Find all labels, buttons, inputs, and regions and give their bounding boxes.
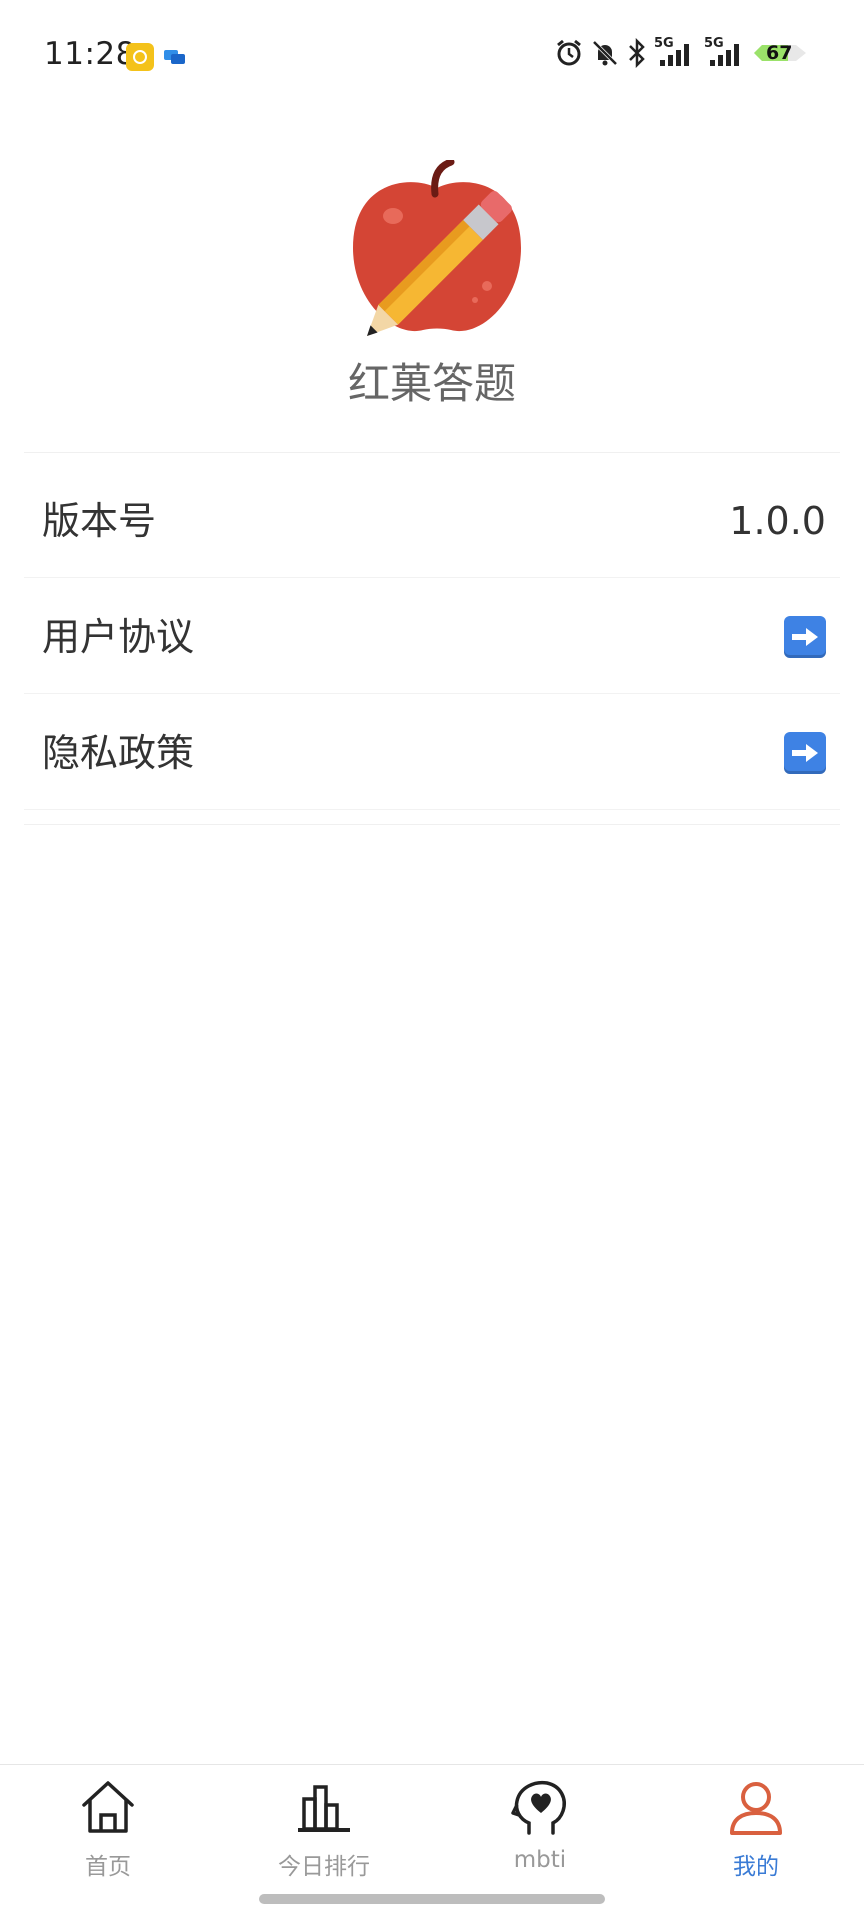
app-name: 红菓答题 [347,359,516,408]
user-icon [730,1782,782,1835]
right-arrow-icon [784,732,826,774]
right-arrow-icon [784,616,826,658]
version-row: 版本号 1.0.0 [24,464,840,578]
alarm-icon [557,39,581,66]
tab-ranking[interactable]: 今日排行 [244,1765,404,1885]
version-value: 1.0.0 [729,499,826,543]
tab-ranking-label: 今日排行 [278,1854,370,1880]
signal-icon [660,44,689,66]
app-logo [347,158,527,340]
app-notification-icon [126,43,154,71]
home-indicator[interactable] [259,1894,605,1904]
tab-home-label: 首页 [85,1854,131,1880]
tab-mine[interactable]: 我的 [676,1765,836,1885]
signal-icon [710,44,739,66]
privacy-policy-label: 隐私政策 [42,731,195,775]
status-bar: 11:28 5G 5G 67 [0,0,864,110]
status-time: 11:28 [44,36,136,72]
user-agreement-label: 用户协议 [42,615,195,659]
bar-chart-icon [298,1785,350,1832]
privacy-policy-row[interactable]: 隐私政策 [24,696,840,810]
header-divider [24,452,840,453]
status-icons: 5G 5G 67 [554,36,824,78]
tab-mbti[interactable]: mbti [460,1765,620,1885]
message-icon [164,48,186,66]
battery-level: 67 [766,42,793,64]
tab-mbti-label: mbti [513,1847,567,1873]
head-heart-icon [511,1780,566,1835]
version-label: 版本号 [42,499,157,543]
home-icon [82,1781,134,1833]
mute-icon [592,40,618,66]
user-agreement-row[interactable]: 用户协议 [24,580,840,694]
profile-page: 11:28 5G 5G 67 红菓答题 版本号 1.0.0 用户协议 隐私政策 … [0,0,864,1920]
tab-mine-label: 我的 [733,1854,779,1880]
bluetooth-icon [629,38,645,68]
list-bottom-divider [24,824,840,825]
tab-home[interactable]: 首页 [28,1765,188,1885]
